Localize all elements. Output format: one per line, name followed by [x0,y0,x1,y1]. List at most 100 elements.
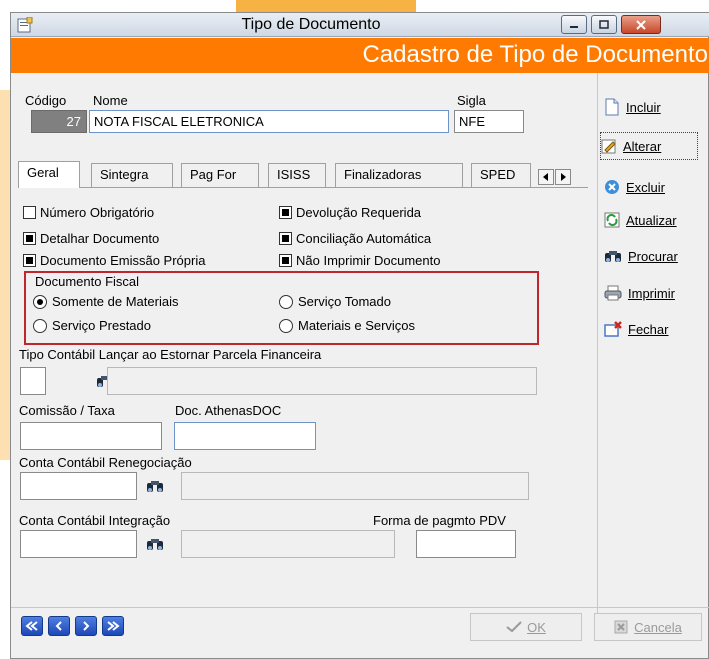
conta-renegociacao-label: Conta Contábil Renegociação [19,455,192,470]
tab-sped[interactable]: SPED [471,163,531,187]
tipo-contabil-description-field [107,367,537,395]
codigo-label: Código [25,93,67,108]
edit-icon [601,139,616,154]
nome-label: Nome [93,93,128,108]
radio-dot [279,294,293,309]
servico-tomado-radio[interactable]: Serviço Tomado [279,294,391,309]
conta-integracao-description-field [181,530,395,558]
checkbox-box [279,232,292,245]
cancela-label: Cancela [634,619,682,635]
comissao-label: Comissão / Taxa [19,403,115,418]
header-band: Cadastro de Tipo de Documento [11,38,709,73]
binoculars-icon[interactable] [146,536,164,552]
sigla-label: Sigla [457,93,486,108]
tab-geral[interactable]: Geral [18,161,80,188]
nome-field[interactable]: NOTA FISCAL ELETRONICA [89,110,449,133]
checkbox-label: Não Imprimir Documento [296,253,441,268]
radio-label: Serviço Tomado [298,294,391,309]
fechar-button[interactable]: Fechar [604,315,702,343]
imprimir-label: Imprimir [628,285,675,301]
chevron-right-icon [83,621,90,631]
title-bar: Tipo de Documento [11,13,709,37]
excluir-button[interactable]: Excluir [604,173,702,201]
minimize-button[interactable] [561,15,587,34]
checkbox-label: Conciliação Automática [296,231,432,246]
close-window-icon [604,321,622,337]
radio-label: Somente de Materiais [52,294,179,309]
alterar-button[interactable]: Alterar [600,132,698,160]
codigo-field: 27 [31,110,87,133]
documento-fiscal-label: Documento Fiscal [33,274,142,289]
detalhar-documento-checkbox[interactable]: Detalhar Documento [23,231,159,246]
atualizar-label: Atualizar [626,212,677,228]
nao-imprimir-documento-checkbox[interactable]: Não Imprimir Documento [279,253,441,268]
checkbox-box [23,254,36,267]
maximize-icon [599,19,609,29]
sigla-field[interactable]: NFE [454,110,524,133]
close-button[interactable] [621,15,661,34]
next-record-button[interactable] [75,616,97,636]
materiais-servicos-radio[interactable]: Materiais e Serviços [279,318,415,333]
minimize-icon [570,25,578,28]
forma-pagmto-label: Forma de pagmto PDV [373,513,506,528]
tab-isiss[interactable]: ISISS [268,163,326,187]
page-title: Cadastro de Tipo de Documento [362,41,708,68]
tab-scroll-right-button[interactable] [555,169,571,185]
check-icon [506,621,522,633]
first-record-button[interactable] [21,616,43,636]
comissao-field[interactable] [20,422,162,450]
tab-scroll-left-button[interactable] [538,169,554,185]
incluir-button[interactable]: Incluir [604,93,702,121]
tipo-contabil-code-field[interactable] [20,367,46,395]
binoculars-icon [605,251,621,262]
checkbox-label: Detalhar Documento [40,231,160,246]
documento-emissao-propria-checkbox[interactable]: Documento Emissão Própria [23,253,205,268]
delete-icon [605,180,619,194]
radio-label: Materiais e Serviços [298,318,416,333]
cancel-icon [614,620,628,634]
devolucao-requerida-checkbox[interactable]: Devolução Requerida [279,205,421,220]
tab-finalizadoras[interactable]: Finalizadoras [335,163,463,187]
maximize-button[interactable] [591,15,617,34]
numero-obrigatorio-checkbox[interactable]: Número Obrigatório [23,205,154,220]
tab-pag-for[interactable]: Pag For [181,163,259,187]
main-window: Tipo de Documento Cadastro de Tipo de Do… [10,12,709,659]
doc-athenas-field[interactable] [174,422,316,450]
conta-renegociacao-code-field[interactable] [20,472,137,500]
double-chevron-right-icon [107,621,120,631]
refresh-icon [604,212,620,228]
conta-integracao-label: Conta Contábil Integração [19,513,171,528]
previous-record-button[interactable] [48,616,70,636]
forma-pagmto-field[interactable] [416,530,516,558]
somente-materiais-radio[interactable]: Somente de Materiais [33,294,178,309]
printer-icon [604,285,622,301]
tab-sintegra[interactable]: Sintegra [91,163,173,187]
background-decoration [236,0,416,12]
cancela-button[interactable]: Cancela [594,613,702,641]
last-record-button[interactable] [102,616,124,636]
arrow-left-icon [543,173,548,181]
atualizar-button[interactable]: Atualizar [604,206,702,234]
tipo-contabil-label: Tipo Contábil Lançar ao Estornar Parcela… [19,347,322,362]
checkbox-box [23,232,36,245]
checkbox-box [279,254,292,267]
checkbox-label: Número Obrigatório [40,205,155,220]
doc-athenas-label: Doc. AthenasDOC [175,403,282,418]
close-icon [636,19,646,30]
background-decoration [0,90,10,460]
checkbox-label: Documento Emissão Própria [40,253,206,268]
radio-dot [33,318,47,333]
servico-prestado-radio[interactable]: Serviço Prestado [33,318,151,333]
tab-divider [18,187,588,188]
alterar-label: Alterar [623,138,662,154]
checkbox-box [23,206,36,219]
window-title: Tipo de Documento [241,16,381,33]
conciliacao-automatica-checkbox[interactable]: Conciliação Automática [279,231,431,246]
conta-integracao-code-field[interactable] [20,530,137,558]
procurar-label: Procurar [628,248,678,264]
imprimir-button[interactable]: Imprimir [604,279,702,307]
procurar-button[interactable]: Procurar [604,242,702,270]
binoculars-icon[interactable] [146,478,164,494]
chevron-left-icon [55,621,62,631]
ok-button[interactable]: OK [470,613,582,641]
